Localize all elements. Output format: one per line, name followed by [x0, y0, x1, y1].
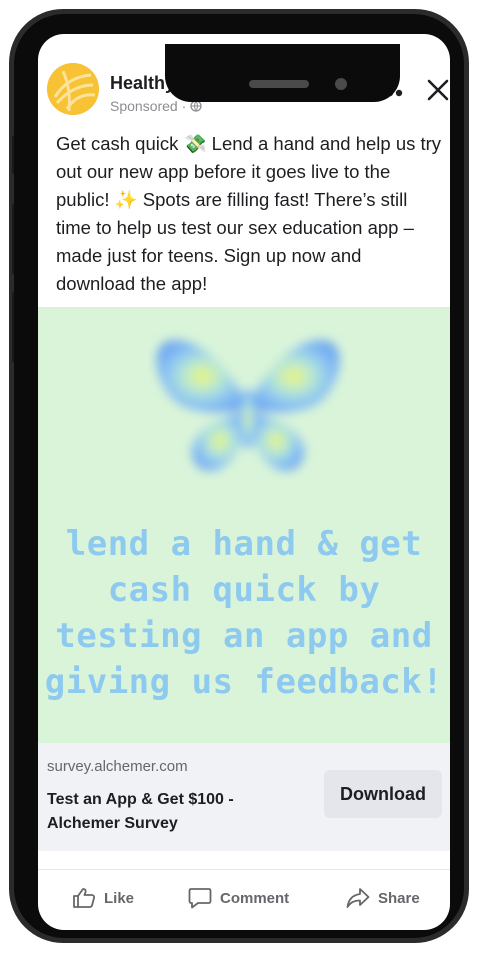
comment-button[interactable]: Comment [188, 886, 289, 910]
like-label: Like [104, 889, 135, 907]
close-icon[interactable] [426, 78, 450, 102]
phone-notch [165, 44, 400, 102]
like-icon [73, 888, 96, 908]
share-button[interactable]: Share [346, 886, 420, 910]
download-button[interactable]: Download [324, 770, 442, 818]
front-camera [335, 78, 347, 90]
share-label: Share [378, 889, 420, 907]
share-icon [346, 888, 370, 908]
link-domain: survey.alchemer.com [47, 758, 188, 775]
ad-image[interactable]: lend a hand & get cash quick by testing … [38, 307, 450, 743]
avatar-logo [47, 63, 99, 115]
comment-icon [188, 888, 212, 909]
page-avatar[interactable] [47, 63, 99, 115]
sponsored-text: Sponsored [110, 98, 178, 114]
link-title: Test an App & Get $100 - Alchemer Survey [47, 791, 234, 832]
ad-caption: lend a hand & get cash quick by testing … [44, 524, 444, 702]
speaker-grille [249, 80, 309, 88]
post-body-text: Get cash quick 💸 Lend a hand and help us… [56, 133, 442, 294]
action-bar: Like Comment Share [38, 869, 450, 920]
like-button[interactable]: Like [72, 886, 134, 910]
facebook-ad-screen: Healthy Teen Network Sponsored · Get cas… [38, 34, 450, 930]
butterfly-icon [156, 340, 340, 471]
link-preview[interactable]: survey.alchemer.com Test an App & Get $1… [38, 743, 450, 851]
comment-label: Comment [220, 889, 290, 907]
